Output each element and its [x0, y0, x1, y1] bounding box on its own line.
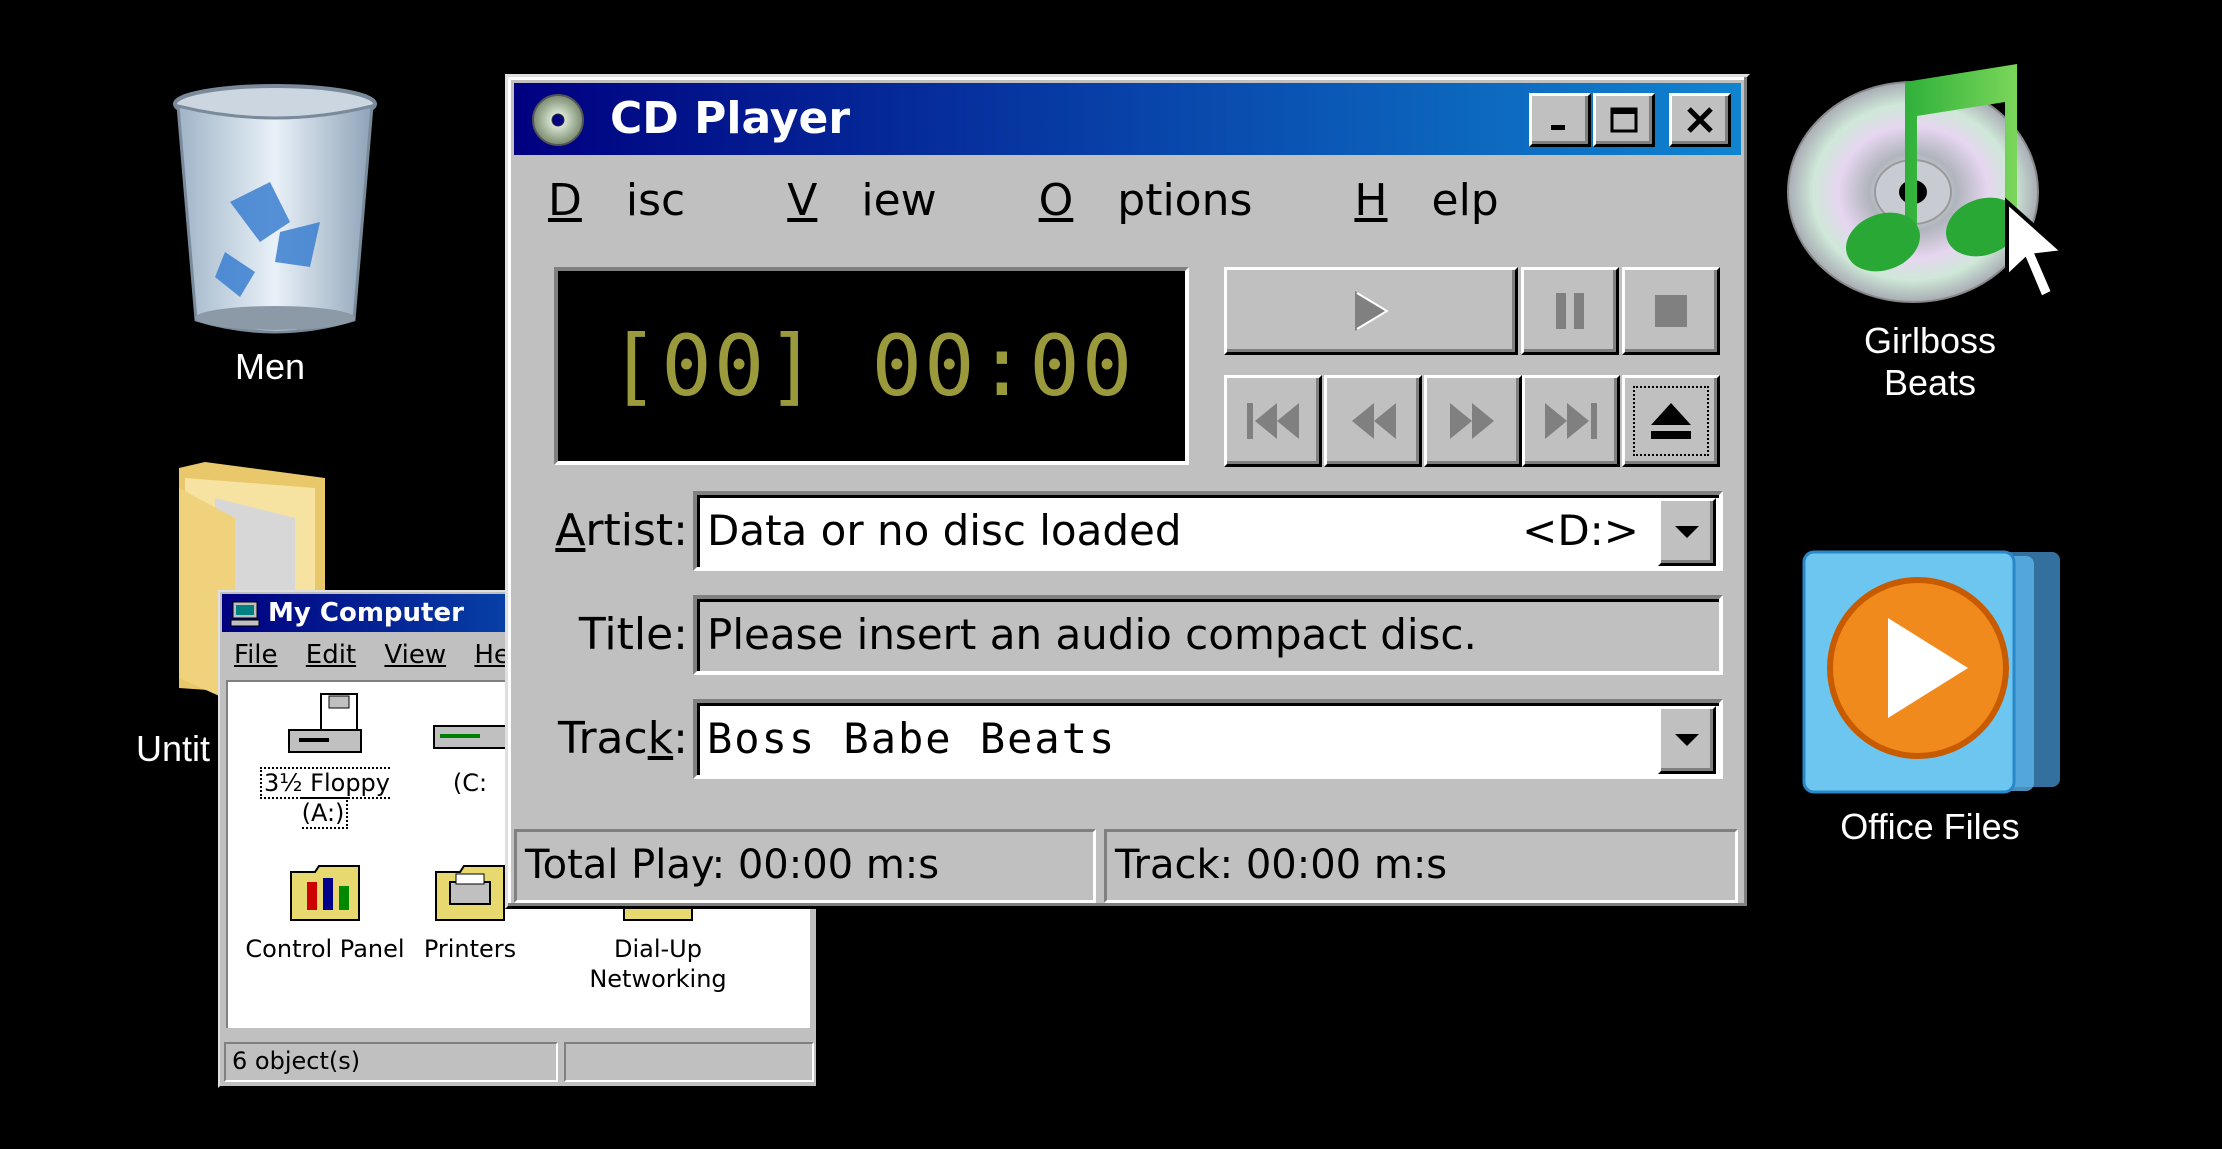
desktop-icon-label: Girlboss — [1863, 320, 1997, 361]
recycle-bin-icon[interactable] — [170, 82, 380, 347]
item-label: Dial-Up — [614, 935, 702, 963]
minimize-icon — [1551, 125, 1565, 130]
floppy-drive-item[interactable]: 3½ Floppy (A:) — [240, 692, 410, 829]
minimize-button[interactable] — [1529, 93, 1591, 147]
menu-view[interactable]: View — [384, 640, 446, 670]
menu-disc[interactable]: Disc — [548, 175, 729, 226]
computer-icon — [230, 600, 260, 638]
desktop-icon-label: Office Files — [1840, 806, 2020, 847]
desktop-icon-label: Men — [234, 346, 306, 387]
status-cell — [564, 1042, 814, 1082]
cd-player-menubar: Disc View Options Help — [548, 175, 1587, 226]
track-dropdown-button[interactable] — [1658, 706, 1716, 774]
control-panel-icon — [290, 865, 360, 921]
title-field: Please insert an audio compact disc. — [693, 595, 1723, 675]
my-computer-statusbar: 6 object(s) — [224, 1042, 814, 1082]
object-count: 6 object(s) — [224, 1042, 558, 1082]
title-label: Title: — [578, 609, 688, 660]
item-label: (C: — [452, 769, 488, 797]
maximize-button[interactable] — [1593, 93, 1655, 147]
menu-file[interactable]: File — [234, 640, 278, 670]
window-title: My Computer — [268, 598, 464, 628]
floppy-drive-icon — [288, 693, 362, 753]
total-play-time: Total Play: 00:00 m:s — [514, 829, 1096, 903]
close-button[interactable] — [1669, 93, 1731, 147]
item-label: Networking — [589, 965, 727, 993]
desktop-icon-label: Untit — [136, 728, 211, 769]
previous-track-icon — [1247, 403, 1299, 439]
artist-value: Data or no disc loaded — [707, 506, 1182, 555]
artist-dropdown[interactable]: Data or no disc loaded <D:> — [693, 491, 1723, 571]
maximize-icon — [1610, 107, 1638, 133]
play-button[interactable] — [1224, 267, 1518, 355]
item-label: Control Panel — [245, 935, 405, 963]
menu-view[interactable]: View — [787, 175, 980, 226]
rewind-icon — [1352, 403, 1396, 439]
item-label: Printers — [423, 935, 517, 963]
next-track-icon — [1545, 403, 1597, 439]
track-time: Track: 00:00 m:s — [1104, 829, 1738, 903]
artist-label: Artist: — [555, 505, 688, 556]
control-panel-item[interactable]: Control Panel — [240, 858, 410, 964]
drive-letter: <D:> — [1522, 506, 1639, 555]
printers-icon — [435, 865, 505, 921]
close-icon — [1687, 107, 1713, 133]
chevron-down-icon — [1675, 734, 1699, 746]
media-player-icon[interactable] — [1800, 548, 2065, 803]
chevron-down-icon — [1675, 526, 1699, 538]
play-icon — [1355, 291, 1389, 331]
time-display: [00] 00:00 — [554, 267, 1189, 465]
menu-help[interactable]: Help — [1354, 175, 1542, 226]
track-dropdown[interactable]: Boss Babe Beats — [693, 699, 1723, 779]
cd-icon — [528, 93, 588, 151]
eject-icon — [1651, 403, 1691, 439]
pause-icon — [1556, 293, 1584, 329]
menu-options[interactable]: Options — [1039, 175, 1297, 226]
pause-button[interactable] — [1521, 267, 1619, 355]
cd-player-window[interactable]: CD Player Disc View Options Help [00] 00… — [505, 74, 1750, 909]
skip-forwards-button[interactable] — [1424, 375, 1522, 467]
stop-button[interactable] — [1622, 267, 1720, 355]
desktop-icon-label: Beats — [1883, 362, 1977, 403]
hard-drive-icon — [433, 725, 507, 749]
track-label: Track: — [558, 713, 688, 764]
music-cd-icon[interactable] — [1785, 62, 2085, 317]
previous-track-button[interactable] — [1224, 375, 1322, 467]
menu-edit[interactable]: Edit — [306, 640, 356, 670]
track-value: Boss Babe Beats — [707, 714, 1117, 763]
next-track-button[interactable] — [1522, 375, 1620, 467]
eject-button[interactable] — [1622, 375, 1720, 467]
stop-icon — [1655, 295, 1687, 327]
cd-player-titlebar[interactable]: CD Player — [514, 83, 1741, 155]
item-label: 3½ Floppy (A:) — [260, 767, 390, 829]
window-title: CD Player — [610, 93, 851, 144]
skip-backwards-button[interactable] — [1324, 375, 1422, 467]
artist-dropdown-button[interactable] — [1658, 498, 1716, 566]
fast-forward-icon — [1450, 403, 1494, 439]
